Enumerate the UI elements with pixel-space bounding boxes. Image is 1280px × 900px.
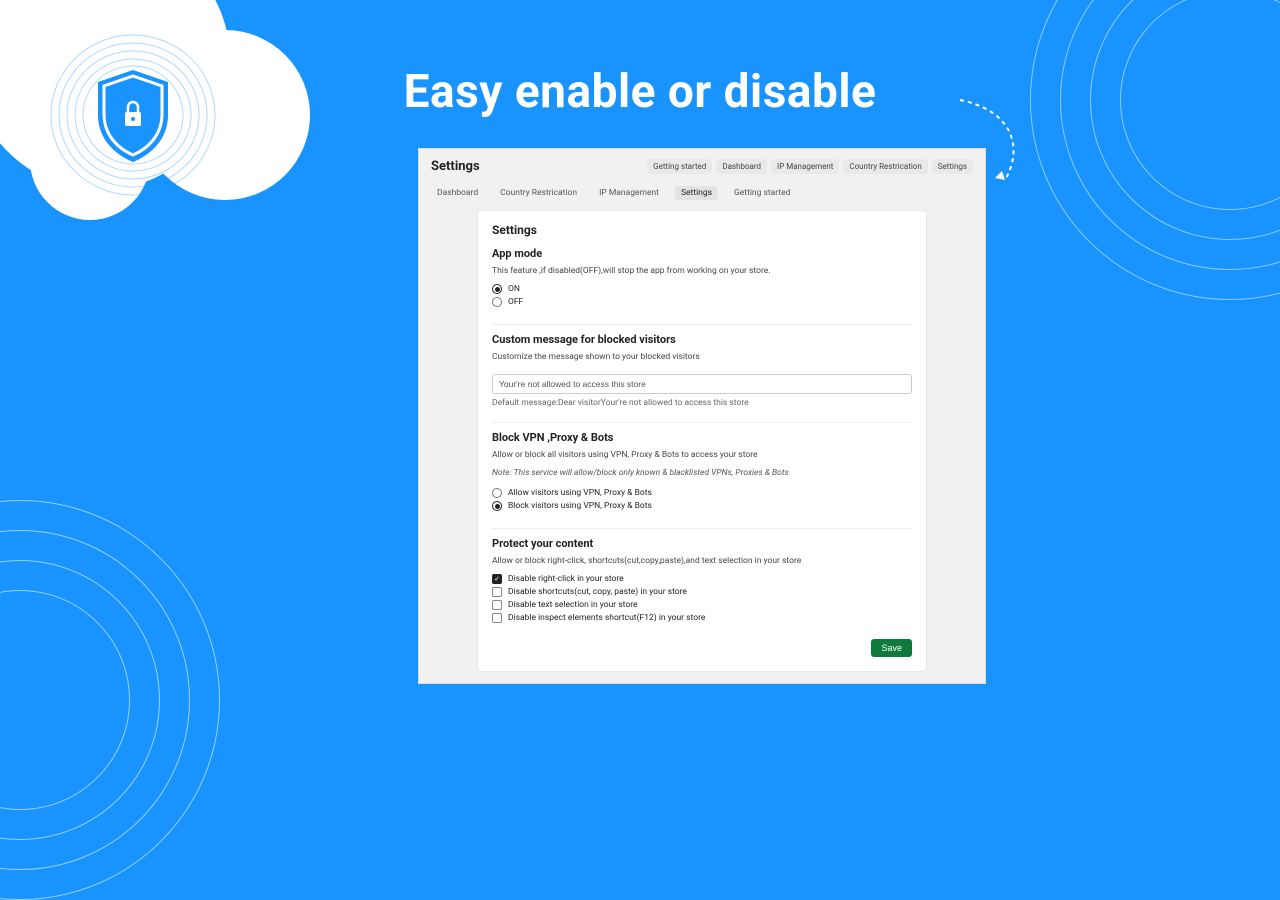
custom-message-hint: Default message:Dear visitorYour're not … (492, 398, 912, 408)
app-mode-on-radio[interactable]: ON (492, 284, 912, 294)
protect-inspect-label: Disable inspect elements shortcut(F12) i… (508, 613, 705, 623)
checkbox-icon (492, 600, 502, 610)
tab-settings[interactable]: Settings (675, 186, 718, 200)
custom-message-input[interactable] (492, 374, 912, 394)
save-row: Save (492, 639, 912, 657)
tab-getting-started[interactable]: Getting started (728, 186, 796, 200)
vpn-note: Note: This service will allow/block only… (492, 468, 912, 478)
shield-lock-icon (48, 30, 218, 200)
header-nav-pills: Getting started Dashboard IP Management … (647, 159, 973, 174)
vpn-heading: Block VPN ,Proxy & Bots (492, 431, 912, 444)
page-title: Settings (431, 159, 480, 174)
section-protect-content: Protect your content Allow or block righ… (492, 528, 912, 623)
protect-textsel-checkbox[interactable]: Disable text selection in your store (492, 600, 912, 610)
panel-title: Settings (492, 223, 912, 237)
decorative-arcs-bottom-left (0, 500, 220, 900)
section-app-mode: App mode This feature ,if disabled(OFF),… (492, 247, 912, 324)
protect-rightclick-checkbox[interactable]: Disable right-click in your store (492, 574, 912, 584)
protect-rightclick-label: Disable right-click in your store (508, 574, 624, 584)
tab-row: Dashboard Country Restrication IP Manage… (419, 180, 985, 210)
protect-description: Allow or block right-click, shortcuts(cu… (492, 556, 912, 566)
tab-dashboard[interactable]: Dashboard (431, 186, 484, 200)
protect-textsel-label: Disable text selection in your store (508, 600, 638, 610)
tab-country-restrication[interactable]: Country Restrication (494, 186, 583, 200)
custom-message-description: Customize the message shown to your bloc… (492, 352, 912, 362)
custom-message-heading: Custom message for blocked visitors (492, 333, 912, 346)
vpn-block-radio[interactable]: Block visitors using VPN, Proxy & Bots (492, 501, 912, 511)
vpn-allow-radio[interactable]: Allow visitors using VPN, Proxy & Bots (492, 488, 912, 498)
decorative-arcs-top-right (1030, 0, 1280, 300)
app-mode-off-radio[interactable]: OFF (492, 297, 912, 307)
pill-ip-management[interactable]: IP Management (771, 159, 839, 174)
radio-icon (492, 488, 502, 498)
tab-ip-management[interactable]: IP Management (593, 186, 665, 200)
pill-getting-started[interactable]: Getting started (647, 159, 712, 174)
pill-settings[interactable]: Settings (932, 159, 973, 174)
app-mode-on-label: ON (508, 284, 520, 294)
pill-country-restrication[interactable]: Country Restrication (843, 159, 927, 174)
checkbox-icon (492, 613, 502, 623)
settings-window: Settings Getting started Dashboard IP Ma… (418, 148, 986, 684)
pill-dashboard[interactable]: Dashboard (716, 159, 767, 174)
app-mode-description: This feature ,if disabled(OFF),will stop… (492, 266, 912, 276)
checkbox-icon (492, 574, 502, 584)
vpn-block-label: Block visitors using VPN, Proxy & Bots (508, 501, 652, 511)
hero-title: Easy enable or disable (404, 65, 877, 119)
vpn-allow-label: Allow visitors using VPN, Proxy & Bots (508, 488, 652, 498)
settings-panel: Settings App mode This feature ,if disab… (477, 210, 927, 672)
protect-shortcuts-checkbox[interactable]: Disable shortcuts(cut, copy, paste) in y… (492, 587, 912, 597)
radio-icon (492, 297, 502, 307)
vpn-description: Allow or block all visitors using VPN, P… (492, 450, 912, 460)
radio-icon (492, 501, 502, 511)
app-mode-off-label: OFF (508, 297, 523, 307)
section-custom-message: Custom message for blocked visitors Cust… (492, 324, 912, 422)
save-button[interactable]: Save (871, 639, 912, 657)
section-block-vpn: Block VPN ,Proxy & Bots Allow or block a… (492, 422, 912, 528)
app-mode-heading: App mode (492, 247, 912, 260)
protect-inspect-checkbox[interactable]: Disable inspect elements shortcut(F12) i… (492, 613, 912, 623)
checkbox-icon (492, 587, 502, 597)
protect-heading: Protect your content (492, 537, 912, 550)
radio-icon (492, 284, 502, 294)
window-header: Settings Getting started Dashboard IP Ma… (419, 149, 985, 180)
protect-shortcuts-label: Disable shortcuts(cut, copy, paste) in y… (508, 587, 687, 597)
